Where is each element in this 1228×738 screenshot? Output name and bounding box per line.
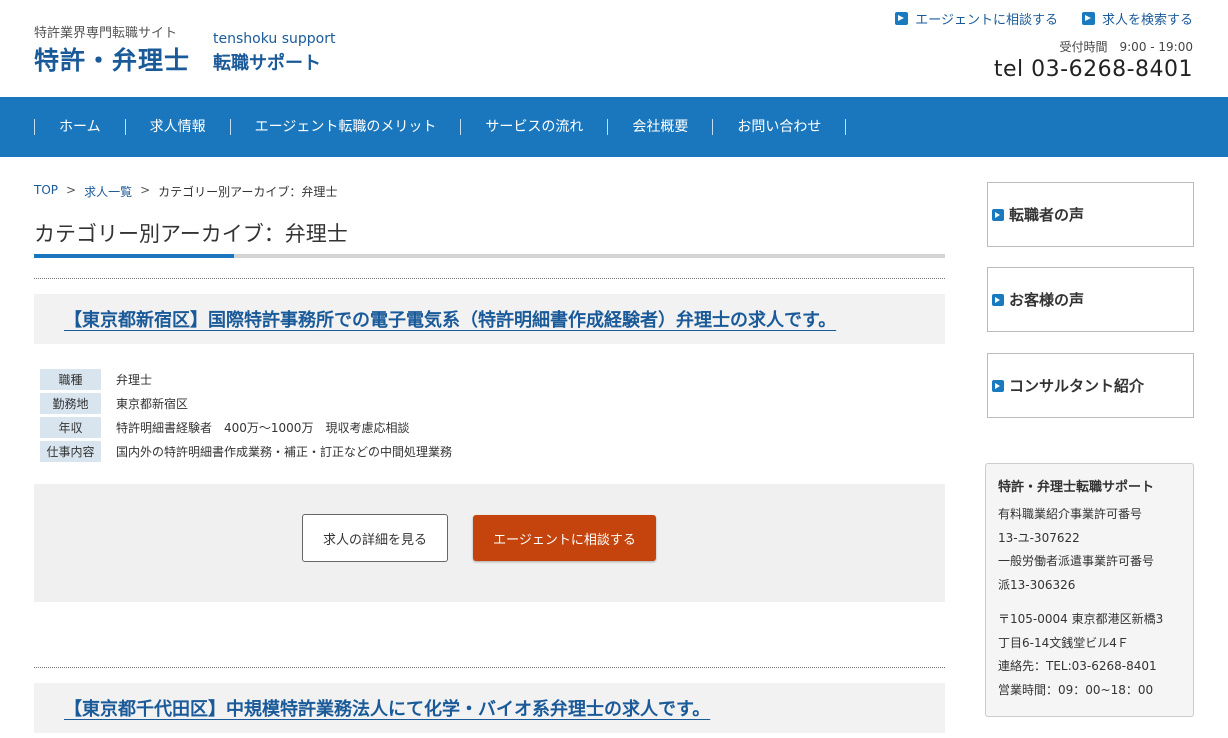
breadcrumb: TOP > 求人一覧 > カテゴリー別アーカイブ：弁理士 [34, 183, 337, 200]
job-title-box: 【東京都新宿区】国際特許事務所での電子電気系（特許明細書作成経験者）弁理士の求人… [34, 294, 945, 344]
arrow-right-icon [992, 379, 1004, 392]
company-license-label: 有料職業紹介事業許可番号 [998, 507, 1143, 521]
sidebar-testimonials-jobseekers[interactable]: 転職者の声 [987, 182, 1194, 247]
job-field-value: 国内外の特許明細書作成業務・補正・訂正などの中間処理業務 [116, 445, 453, 459]
view-job-detail-button[interactable]: 求人の詳細を見る [302, 514, 448, 562]
breadcrumb-job-list[interactable]: 求人一覧 [84, 183, 132, 200]
site-logo[interactable]: 特許・弁理士 [34, 41, 190, 77]
page-title: カテゴリー別アーカイブ：弁理士 [34, 222, 348, 246]
arrow-right-icon [1081, 12, 1095, 25]
breadcrumb-separator: > [140, 183, 151, 197]
header-link-label: 求人を検索する [1101, 13, 1193, 28]
table-row: 職種 弁理士 [40, 369, 452, 390]
table-row: 年収 特許明細書経験者 400万～1000万 現収考慮応相談 [40, 417, 452, 438]
sidebar-box-label: 転職者の声 [1009, 206, 1085, 224]
nav-item-contact[interactable]: お問い合わせ [712, 119, 847, 135]
header-link-search-jobs[interactable]: 求人を検索する [1081, 9, 1193, 28]
job-title-link[interactable]: 【東京都千代田区】中規模特許業務法人にて化学・バイオ系弁理士の求人です。 [64, 695, 710, 721]
company-license-number: 13-ユ-307622 [998, 530, 1080, 545]
arrow-right-icon [992, 208, 1004, 221]
job-field-value: 弁理士 [116, 373, 153, 387]
company-dispatch-number: 派13-306326 [998, 577, 1076, 592]
title-underline-accent [34, 254, 234, 258]
arrow-right-icon [992, 293, 1004, 306]
job-field-value: 特許明細書経験者 400万～1000万 現収考慮応相談 [116, 421, 410, 435]
consult-agent-button[interactable]: エージェントに相談する [473, 515, 656, 561]
header-link-consult-agent[interactable]: エージェントに相談する [895, 9, 1058, 28]
company-dispatch-label: 一般労働者派遣事業許可番号 [998, 554, 1155, 568]
logo-tagline: 特許業界専門転職サイト [34, 26, 178, 41]
header-links: エージェントに相談する 求人を検索する [895, 9, 1193, 28]
nav-item-merits[interactable]: エージェント転職のメリット [229, 119, 461, 135]
breadcrumb-current: カテゴリー別アーカイブ：弁理士 [158, 185, 338, 199]
job-field-value: 東京都新宿区 [116, 397, 189, 411]
company-address: 〒105-0004 東京都港区新橋3 [998, 612, 1164, 626]
nav-item-home[interactable]: ホーム [34, 119, 125, 135]
job-title-box: 【東京都千代田区】中規模特許業務法人にて化学・バイオ系弁理士の求人です。 [34, 683, 945, 733]
logo-sub-japanese: 転職サポート [213, 53, 321, 74]
nav-list: ホーム 求人情報 エージェント転職のメリット サービスの流れ 会社概要 お問い合… [34, 97, 847, 157]
company-address-line2: 丁目6-14文銭堂ビル4Ｆ [998, 635, 1129, 650]
sidebar-consultants[interactable]: コンサルタント紹介 [987, 353, 1194, 418]
job-field-label: 年収 [40, 417, 101, 438]
header-link-label: エージェントに相談する [915, 13, 1058, 28]
nav-item-service-flow[interactable]: サービスの流れ [460, 119, 607, 135]
logo-sub-english: tenshoku support [213, 31, 336, 47]
sidebar-testimonials-clients[interactable]: お客様の声 [987, 267, 1194, 332]
job-field-label: 仕事内容 [40, 441, 101, 462]
breadcrumb-top[interactable]: TOP [34, 183, 58, 200]
table-row: 仕事内容 国内外の特許明細書作成業務・補正・訂正などの中間処理業務 [40, 441, 452, 462]
job-field-label: 勤務地 [40, 393, 101, 414]
main-nav: ホーム 求人情報 エージェント転職のメリット サービスの流れ 会社概要 お問い合… [0, 97, 1228, 157]
nav-item-company[interactable]: 会社概要 [607, 119, 712, 135]
phone-number[interactable]: tel 03-6268-8401 [994, 57, 1193, 82]
reception-hours: 受付時間 9:00 - 19:00 [1059, 40, 1194, 54]
sidebar-box-label: コンサルタント紹介 [1009, 377, 1145, 395]
company-info-box: 特許・弁理士転職サポート 有料職業紹介事業許可番号 13-ユ-307622 一般… [985, 463, 1194, 717]
job-title-link[interactable]: 【東京都新宿区】国際特許事務所での電子電気系（特許明細書作成経験者）弁理士の求人… [64, 306, 836, 332]
site-header: 特許業界専門転職サイト 特許・弁理士 tenshoku support 転職サポ… [0, 0, 1228, 97]
company-business-hours: 営業時間：09：00~18：00 [998, 682, 1154, 697]
divider [34, 667, 945, 668]
breadcrumb-separator: > [66, 183, 77, 197]
table-row: 勤務地 東京都新宿区 [40, 393, 452, 414]
job-info-table: 職種 弁理士 勤務地 東京都新宿区 年収 特許明細書経験者 400万～1000万… [40, 366, 452, 465]
job-field-label: 職種 [40, 369, 101, 390]
job-action-box: 求人の詳細を見る エージェントに相談する [34, 484, 945, 602]
nav-item-jobs[interactable]: 求人情報 [124, 119, 230, 135]
sidebar-box-label: お客様の声 [1009, 291, 1085, 309]
divider [34, 278, 945, 279]
company-name: 特許・弁理士転職サポート [998, 480, 1155, 495]
arrow-right-icon [895, 12, 909, 25]
title-underline [34, 254, 945, 258]
company-contact: 連絡先：TEL:03-6268-8401 [998, 659, 1157, 673]
